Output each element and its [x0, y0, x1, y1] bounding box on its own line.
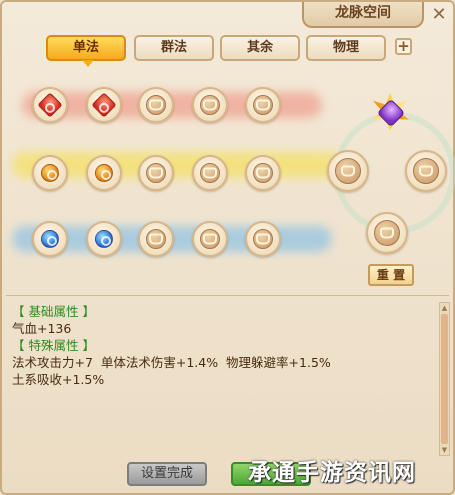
vein-node-red-2[interactable]: [86, 87, 122, 123]
vein-node-locked[interactable]: [366, 212, 408, 254]
vein-node-locked[interactable]: [192, 221, 228, 257]
active-tab-pointer: [82, 60, 94, 67]
attribute-scrollbar[interactable]: ▲ ▼: [439, 302, 450, 456]
section-divider: [6, 295, 449, 296]
tab-physical[interactable]: 物理: [306, 35, 386, 61]
close-icon[interactable]: ✕: [426, 4, 452, 26]
scroll-up-icon[interactable]: ▲: [441, 304, 448, 312]
vein-node-locked[interactable]: [138, 221, 174, 257]
vein-node-locked[interactable]: [405, 150, 447, 192]
add-tab-button[interactable]: +: [395, 38, 412, 55]
vein-node-locked[interactable]: [245, 87, 281, 123]
vein-node-locked[interactable]: [192, 87, 228, 123]
vein-node-locked[interactable]: [138, 87, 174, 123]
special-attribute-line: 法术攻击力+7 单体法术伤害+1.4% 物理躲避率+1.5%: [12, 355, 331, 370]
dragon-vein-panel: 龙脉空间 ✕ 单法 群法 其余 物理 + 重 置 【 基础属性 】 气血+136…: [0, 0, 455, 495]
vein-node-gold-1[interactable]: [32, 155, 68, 191]
vein-node-gold-2[interactable]: [86, 155, 122, 191]
site-watermark: 承通手游资讯网: [248, 460, 416, 486]
tab-single-magic[interactable]: 单法: [46, 35, 126, 61]
special-attributes-header: 【 特殊属性 】: [12, 338, 95, 353]
basic-attribute-line: 气血+136: [12, 321, 72, 336]
vein-node-locked[interactable]: [138, 155, 174, 191]
vein-node-red-1[interactable]: [32, 87, 68, 123]
vein-node-locked[interactable]: [245, 221, 281, 257]
tab-others[interactable]: 其余: [220, 35, 300, 61]
reset-button[interactable]: 重 置: [368, 264, 414, 286]
special-attribute-line: 土系吸收+1.5%: [12, 372, 105, 387]
attribute-panel: 【 基础属性 】 气血+136 【 特殊属性 】 法术攻击力+7 单体法术伤害+…: [12, 303, 432, 453]
vein-node-blue-2[interactable]: [86, 221, 122, 257]
vein-node-locked[interactable]: [327, 150, 369, 192]
vein-node-blue-1[interactable]: [32, 221, 68, 257]
vein-node-locked[interactable]: [192, 155, 228, 191]
basic-attributes-header: 【 基础属性 】: [12, 304, 95, 319]
window-title: 龙脉空间: [302, 2, 424, 28]
finish-setup-button[interactable]: 设置完成: [127, 462, 207, 486]
purple-star-gem-icon[interactable]: [368, 90, 412, 134]
scroll-thumb[interactable]: [441, 314, 448, 444]
vein-node-locked[interactable]: [245, 155, 281, 191]
tab-group-magic[interactable]: 群法: [134, 35, 214, 61]
